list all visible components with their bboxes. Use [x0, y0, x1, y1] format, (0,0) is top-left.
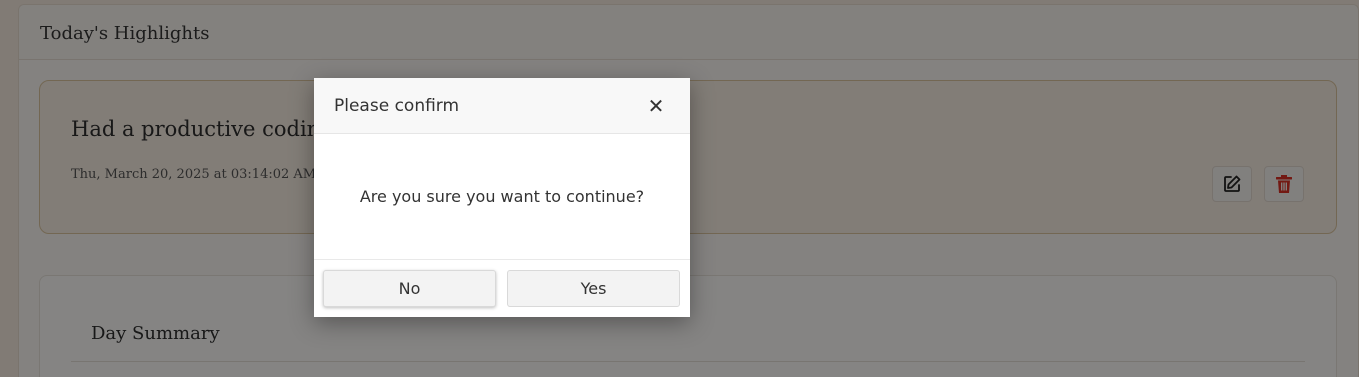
yes-button[interactable]: Yes [507, 270, 680, 307]
dialog-message: Are you sure you want to continue? [359, 187, 645, 206]
dialog-body: Are you sure you want to continue? [314, 134, 690, 259]
confirm-dialog: Please confirm ✕ Are you sure you want t… [314, 78, 690, 317]
dialog-title: Please confirm [334, 96, 460, 116]
dialog-footer: No Yes [314, 259, 690, 318]
close-icon: ✕ [647, 94, 665, 118]
close-button[interactable]: ✕ [644, 94, 668, 118]
dialog-header: Please confirm ✕ [314, 78, 690, 134]
no-button[interactable]: No [323, 270, 496, 307]
